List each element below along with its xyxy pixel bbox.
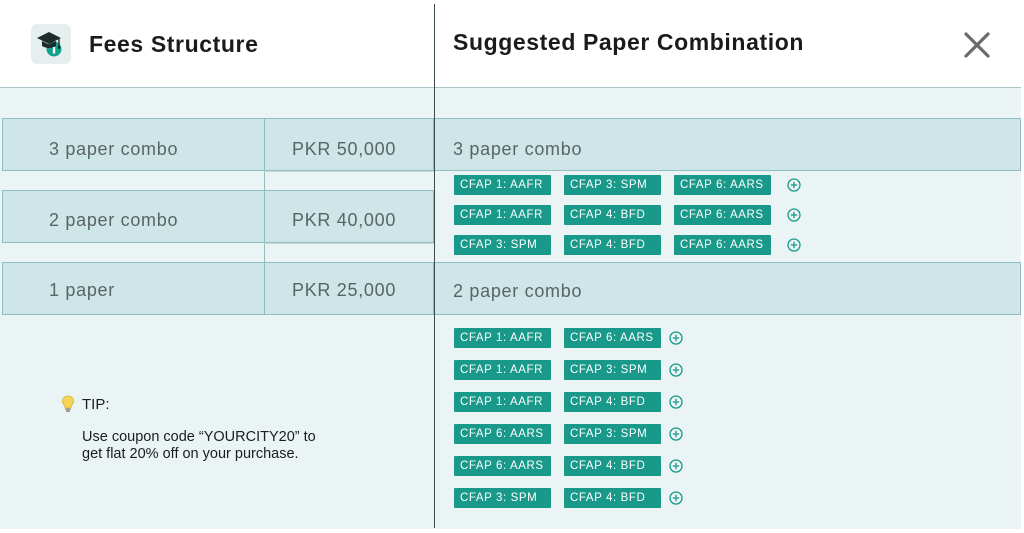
suggested-combination-title: Suggested Paper Combination <box>453 29 805 55</box>
close-button[interactable] <box>960 28 994 62</box>
paper-chip[interactable]: CFAP 3: SPM <box>564 424 661 444</box>
fees-gap-line <box>264 243 434 244</box>
tip-label: TIP: <box>82 396 110 413</box>
add-combo-icon[interactable] <box>669 427 683 441</box>
paper-chip[interactable]: CFAP 4: BFD <box>564 235 661 255</box>
combo-row: CFAP 3: SPM CFAP 4: BFD <box>454 488 683 508</box>
paper-chip[interactable]: CFAP 6: AARS <box>674 235 771 255</box>
suggestion-group-title: 2 paper combo <box>453 281 583 301</box>
fee-price: PKR 40,000 <box>292 210 397 230</box>
fee-price: PKR 50,000 <box>292 139 397 159</box>
combo-list-2-paper: CFAP 1: AAFR CFAP 6: AARS CFAP 1: AAFR C… <box>454 328 683 508</box>
add-combo-icon[interactable] <box>787 238 801 252</box>
combo-row: CFAP 1: AAFR CFAP 3: SPM <box>454 360 683 380</box>
fee-price: PKR 25,000 <box>292 280 397 300</box>
logo <box>31 24 71 64</box>
add-combo-icon[interactable] <box>669 331 683 345</box>
fees-column-divider <box>264 118 265 315</box>
paper-chip[interactable]: CFAP 3: SPM <box>564 360 661 380</box>
paper-chip[interactable]: CFAP 4: BFD <box>564 488 661 508</box>
lightbulb-icon <box>61 395 75 413</box>
paper-chip[interactable]: CFAP 4: BFD <box>564 205 661 225</box>
paper-chip[interactable]: CFAP 1: AAFR <box>454 175 551 195</box>
add-combo-icon[interactable] <box>669 459 683 473</box>
paper-chip[interactable]: CFAP 4: BFD <box>564 456 661 476</box>
combo-row: CFAP 1: AAFR CFAP 4: BFD <box>454 392 683 412</box>
fee-name: 1 paper <box>49 280 115 300</box>
fee-name: 3 paper combo <box>49 139 179 159</box>
paper-chip[interactable]: CFAP 4: BFD <box>564 392 661 412</box>
paper-chip[interactable]: CFAP 6: AARS <box>564 328 661 348</box>
paper-chip[interactable]: CFAP 6: AARS <box>674 205 771 225</box>
add-combo-icon[interactable] <box>669 363 683 377</box>
graduation-cap-icon <box>37 32 62 57</box>
tip-text: Use coupon code “YOURCITY20” to get flat… <box>82 429 316 462</box>
paper-chip[interactable]: CFAP 3: SPM <box>454 235 551 255</box>
paper-chip[interactable]: CFAP 1: AAFR <box>454 360 551 380</box>
fee-name: 2 paper combo <box>49 210 179 230</box>
combo-row: CFAP 3: SPM CFAP 4: BFD CFAP 6: AARS <box>454 235 801 255</box>
close-icon[interactable] <box>960 28 994 62</box>
combo-row: CFAP 1: AAFR CFAP 3: SPM CFAP 6: AARS <box>454 175 801 195</box>
add-combo-icon[interactable] <box>787 178 801 192</box>
combo-row: CFAP 1: AAFR CFAP 4: BFD CFAP 6: AARS <box>454 205 801 225</box>
combo-row: CFAP 6: AARS CFAP 4: BFD <box>454 456 683 476</box>
add-combo-icon[interactable] <box>669 491 683 505</box>
paper-chip[interactable]: CFAP 1: AAFR <box>454 205 551 225</box>
fees-gap-line <box>264 171 434 172</box>
paper-chip[interactable]: CFAP 6: AARS <box>674 175 771 195</box>
column-divider <box>434 4 435 528</box>
combo-list-3-paper: CFAP 1: AAFR CFAP 3: SPM CFAP 6: AARS CF… <box>454 175 801 255</box>
paper-chip[interactable]: CFAP 1: AAFR <box>454 392 551 412</box>
fees-structure-title: Fees Structure <box>89 31 259 57</box>
paper-chip[interactable]: CFAP 1: AAFR <box>454 328 551 348</box>
paper-chip[interactable]: CFAP 3: SPM <box>454 488 551 508</box>
suggestion-group-title: 3 paper combo <box>453 139 583 159</box>
paper-chip[interactable]: CFAP 3: SPM <box>564 175 661 195</box>
paper-chip[interactable]: CFAP 6: AARS <box>454 456 551 476</box>
combo-row: CFAP 1: AAFR CFAP 6: AARS <box>454 328 683 348</box>
add-combo-icon[interactable] <box>787 208 801 222</box>
combo-row: CFAP 6: AARS CFAP 3: SPM <box>454 424 683 444</box>
add-combo-icon[interactable] <box>669 395 683 409</box>
paper-chip[interactable]: CFAP 6: AARS <box>454 424 551 444</box>
